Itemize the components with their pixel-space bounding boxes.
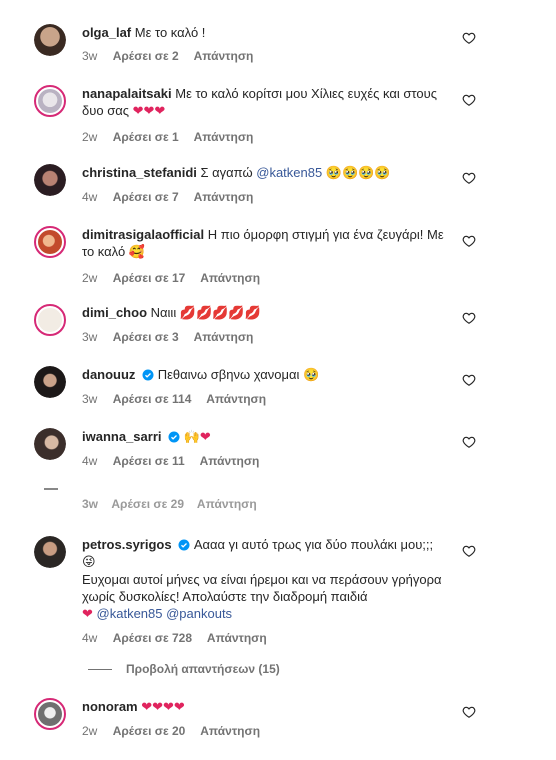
avatar[interactable] [34, 24, 66, 56]
heart-icon[interactable] [462, 171, 476, 185]
heart-icon[interactable] [462, 31, 476, 45]
comment-text-continued: Ευχομαι αυτοί μήνες να είναι ήρεμοι και … [82, 572, 442, 604]
reply-button[interactable]: Απάντηση [207, 631, 267, 645]
comment-username[interactable]: nonoram [82, 699, 138, 714]
avatar[interactable] [34, 304, 66, 336]
avatar[interactable] [34, 164, 66, 196]
comment-time[interactable]: 4w [82, 454, 97, 468]
view-replies-button[interactable]: Προβολή απαντήσεων (15) [88, 662, 280, 676]
comment-username[interactable]: danouuz [82, 367, 135, 382]
comment-likes[interactable]: Αρέσει σε 2 [113, 49, 179, 63]
heart-icon[interactable] [462, 373, 476, 387]
mention-link[interactable]: @katken85 @pankouts [97, 606, 233, 621]
heart-emoji: ❤ [82, 607, 93, 622]
reply-button[interactable]: Απάντηση [206, 392, 266, 406]
heart-icon[interactable] [462, 435, 476, 449]
clipped-comment-row: 3w Αρέσει σε 29 Απάντηση [0, 488, 556, 514]
comment-emojis: ❤❤❤❤ [141, 700, 185, 715]
comment-likes[interactable]: Αρέσει σε 728 [113, 631, 192, 645]
heart-icon[interactable] [462, 311, 476, 325]
verified-badge-icon [142, 369, 154, 381]
comment-likes[interactable]: Αρέσει σε 3 [113, 330, 179, 344]
comment-username[interactable]: dimi_choo [82, 305, 147, 320]
comment-emojis: 🥰 [128, 245, 145, 260]
comment-time[interactable]: 4w [82, 190, 97, 204]
avatar[interactable] [34, 536, 66, 568]
comment-username[interactable]: dimitrasigalaofficial [82, 227, 204, 242]
comment-emojis: 🥹🥹🥹🥹 [325, 166, 391, 181]
comment-likes[interactable]: Αρέσει σε 114 [113, 392, 192, 406]
clipped-comment-meta: 3w Αρέσει σε 29 Απάντηση [82, 497, 257, 511]
comment-username[interactable]: christina_stefanidi [82, 165, 197, 180]
comment-likes[interactable]: Αρέσει σε 11 [113, 454, 185, 468]
reply-button[interactable]: Απάντηση [194, 190, 254, 204]
heart-icon[interactable] [462, 705, 476, 719]
comment-text: Με το καλό ! [134, 25, 206, 40]
comment-username[interactable]: petros.syrigos [82, 537, 172, 552]
reply-button[interactable]: Απάντηση [200, 454, 260, 468]
reply-button[interactable]: Απάντηση [194, 130, 254, 144]
comment-likes[interactable]: Αρέσει σε 17 [113, 271, 186, 285]
heart-emojis: ❤❤❤ [132, 104, 166, 119]
comment-username[interactable]: iwanna_sarri [82, 429, 162, 444]
avatar[interactable] [34, 428, 66, 460]
comment-time[interactable]: 3w [82, 330, 97, 344]
heart-icon[interactable] [462, 544, 476, 558]
mention-link[interactable]: @katken85 [256, 165, 322, 180]
reply-button[interactable]: Απάντηση [200, 724, 260, 738]
comment-time[interactable]: 2w [82, 130, 97, 144]
comment-text: Πεθαινω σβηνω χανομαι [157, 367, 300, 382]
avatar[interactable] [34, 226, 66, 258]
clipped-avatar-edge [44, 488, 58, 490]
comment-username[interactable]: nanapalaitsaki [82, 86, 172, 101]
reply-button[interactable]: Απάντηση [194, 49, 254, 63]
comment-time[interactable]: 3w [82, 49, 97, 63]
avatar[interactable] [34, 698, 66, 730]
verified-badge-icon [168, 431, 180, 443]
comment-time[interactable]: 2w [82, 724, 97, 738]
heart-icon[interactable] [462, 93, 476, 107]
verified-badge-icon [178, 539, 190, 551]
comment-username[interactable]: olga_laf [82, 25, 131, 40]
comment-emojis: 🙌❤ [183, 430, 211, 445]
comment-text: Ναιιι [150, 305, 177, 320]
comment-emojis: 💋💋💋💋💋 [179, 306, 261, 321]
comment-text: Αααα γι αυτό τρως για δύο πουλάκι μου;;; [193, 537, 434, 552]
comment-time[interactable]: 3w [82, 392, 97, 406]
comment-likes[interactable]: Αρέσει σε 20 [113, 724, 186, 738]
comment-text: Σ αγαπώ [200, 165, 253, 180]
avatar[interactable] [34, 366, 66, 398]
comment-time[interactable]: 2w [82, 271, 97, 285]
comment-time[interactable]: 4w [82, 631, 97, 645]
comment-likes[interactable]: Αρέσει σε 7 [113, 190, 179, 204]
comment-likes[interactable]: Αρέσει σε 1 [113, 130, 179, 144]
comment-emojis: 🥹 [303, 368, 320, 383]
reply-button[interactable]: Απάντηση [200, 271, 260, 285]
heart-icon[interactable] [462, 234, 476, 248]
reply-button[interactable]: Απάντηση [194, 330, 254, 344]
comment-emojis: 😜 [82, 555, 96, 570]
divider-line [88, 669, 112, 671]
avatar[interactable] [34, 85, 66, 117]
